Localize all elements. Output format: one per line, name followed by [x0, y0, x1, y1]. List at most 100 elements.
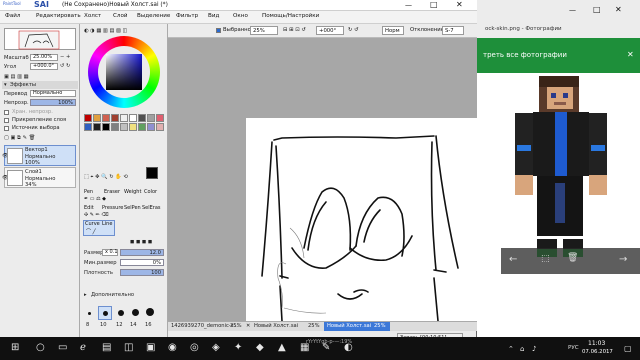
doc-tab-close[interactable]: ✕	[246, 323, 250, 329]
notifications-icon[interactable]: ▢	[624, 344, 632, 353]
blend-select[interactable]: Норм	[382, 26, 404, 35]
advanced-label[interactable]: Дополнительно	[91, 292, 134, 298]
network-icon[interactable]: ⌂	[520, 345, 524, 353]
layer-tools-icons[interactable]: ▣ ▤ ▥ ▦	[4, 74, 29, 80]
advanced-toggle-icon[interactable]: ▸	[84, 292, 87, 298]
min-size-slider[interactable]: 0%	[120, 259, 164, 266]
nav-tools-icons[interactable]: ⬚ ⌖ ✥ 🔍 ↻ ✋ ⟲	[84, 174, 128, 181]
next-arrow[interactable]: →	[619, 254, 627, 265]
menu-file[interactable]: Файл	[5, 13, 20, 19]
layer-layer1[interactable]: 👁 Слой1 Нормально 34%	[2, 167, 76, 188]
chrome-icon[interactable]: ◉	[168, 342, 177, 353]
tool-curve[interactable]: Curve	[85, 221, 100, 227]
density-slider[interactable]: 100	[120, 269, 164, 276]
tool-weight[interactable]: Weight	[124, 189, 141, 195]
task-view-icon[interactable]: ▭	[58, 342, 67, 353]
zoom-buttons[interactable]: ⊟ ⊞ ⊡ ↺	[283, 27, 306, 33]
doc-tab-name[interactable]: 1426939270_demonic-s...	[171, 323, 238, 329]
preserve-opacity-checkbox[interactable]	[4, 110, 9, 115]
color-swatch[interactable]	[129, 123, 137, 131]
tool-pen[interactable]: Pen	[84, 189, 93, 195]
color-swatch[interactable]	[84, 114, 92, 122]
menu-view[interactable]: Вид	[208, 13, 219, 19]
brush-size-dot[interactable]	[88, 312, 91, 315]
menu-window[interactable]: Окно	[233, 13, 248, 19]
app-icon[interactable]: ◎	[190, 342, 199, 353]
brush-shape-icons[interactable]: ◼ ◼ ◼ ◼	[130, 239, 152, 245]
color-swatch[interactable]	[111, 114, 119, 122]
color-swatch[interactable]	[84, 123, 92, 131]
trash-icon[interactable]: 🗑	[567, 253, 578, 263]
photos-banner-close[interactable]: ✕	[627, 50, 634, 59]
color-swatch[interactable]	[156, 114, 164, 122]
color-swatch[interactable]	[102, 123, 110, 131]
app-icon[interactable]: ✦	[234, 342, 242, 353]
angle-field[interactable]: +000.0°	[30, 63, 58, 70]
layer-buttons[interactable]: ▢ ▣ ⧉ ✎ 🗑	[4, 135, 35, 142]
prev-arrow[interactable]: ←	[509, 254, 517, 265]
windows-start-icon[interactable]: ⊞	[11, 342, 19, 353]
app-icon[interactable]: ◈	[212, 342, 220, 353]
folder-icon[interactable]: ▣	[146, 342, 155, 353]
angle-buttons[interactable]: ↺ ↻	[60, 63, 70, 69]
volume-icon[interactable]: ♪	[532, 345, 536, 353]
close-button[interactable]: ✕	[456, 0, 463, 9]
menu-help[interactable]: Помощь/Настройки	[262, 13, 319, 19]
zoom-buttons-small[interactable]: − +	[60, 54, 70, 60]
color-swatch[interactable]	[93, 114, 101, 122]
menu-filter[interactable]: Фильтр	[176, 13, 198, 19]
tool-eraser[interactable]: Eraser	[104, 189, 120, 195]
app-icon[interactable]: ▲	[278, 342, 286, 353]
doc-tab-name[interactable]: Новый Холст.sai	[254, 323, 298, 329]
clock-date[interactable]: 07.06.2017	[582, 349, 613, 355]
color-swatch[interactable]	[120, 114, 128, 122]
size-multiplier[interactable]: x 0.1	[102, 249, 118, 256]
color-swatch[interactable]	[111, 123, 119, 131]
maximize-button[interactable]: □	[430, 0, 438, 9]
menu-canvas[interactable]: Холст	[84, 13, 101, 19]
color-swatch[interactable]	[147, 123, 155, 131]
color-swatch[interactable]	[138, 123, 146, 131]
tool-selpen[interactable]: SelPen	[124, 205, 141, 211]
share-icon[interactable]: ⬚	[541, 254, 550, 264]
photos-maximize-button[interactable]: □	[593, 5, 601, 14]
tray-arrow-icon[interactable]: ⌃	[508, 345, 514, 353]
tool-seleras[interactable]: SelEras	[142, 205, 161, 211]
clock-time[interactable]: 11:03	[588, 340, 605, 347]
brush-size-dot[interactable]	[103, 311, 108, 316]
selection-checkbox[interactable]	[216, 28, 221, 33]
tool-edit[interactable]: Edit	[84, 205, 94, 211]
layer-vector1[interactable]: 👁 Вектор1 Нормально 100%	[2, 145, 76, 166]
clip-layer-checkbox[interactable]	[4, 118, 9, 123]
zoom-field[interactable]: 25.00%	[30, 54, 58, 61]
color-square[interactable]	[106, 54, 142, 90]
store-icon[interactable]: ◫	[124, 342, 133, 353]
color-swatch[interactable]	[102, 114, 110, 122]
color-wheel[interactable]	[88, 36, 160, 108]
navigator-preview[interactable]	[4, 28, 76, 50]
blend-mode-select[interactable]: Нормально	[30, 90, 76, 97]
menu-edit[interactable]: Редактировать	[36, 13, 81, 19]
color-swatch[interactable]	[156, 123, 164, 131]
menu-layer[interactable]: Слой	[113, 13, 128, 19]
photos-close-button[interactable]: ✕	[615, 5, 622, 14]
size-slider[interactable]: 12.0	[120, 249, 164, 256]
color-swatch[interactable]	[129, 114, 137, 122]
color-swatch[interactable]	[147, 114, 155, 122]
tool-line[interactable]: Line	[102, 221, 112, 227]
color-swatch[interactable]	[120, 123, 128, 131]
color-swatch[interactable]	[93, 123, 101, 131]
effects-header[interactable]: ▾ Эффекты	[2, 81, 78, 89]
opacity-slider[interactable]: 100%	[30, 99, 76, 106]
doc-tab-active[interactable]: Новый Холст.sai 25%	[324, 322, 390, 331]
zoom-select[interactable]: 25%	[250, 26, 278, 35]
drawing-canvas[interactable]	[246, 118, 477, 322]
brush-size-dot[interactable]	[132, 309, 139, 316]
color-mode-icons[interactable]: ◐ ◑ ▦ ▥ ▤ ▧ ◫	[84, 28, 127, 34]
brush-size-dot[interactable]	[118, 310, 124, 316]
menu-selection[interactable]: Выделение	[137, 13, 170, 19]
minimize-button[interactable]: —	[405, 1, 412, 9]
photos-minimize-button[interactable]: —	[569, 6, 576, 14]
stabilizer-select[interactable]: S-7	[442, 26, 464, 35]
photos-banner[interactable]: треть все фотографии ✕	[477, 38, 640, 73]
